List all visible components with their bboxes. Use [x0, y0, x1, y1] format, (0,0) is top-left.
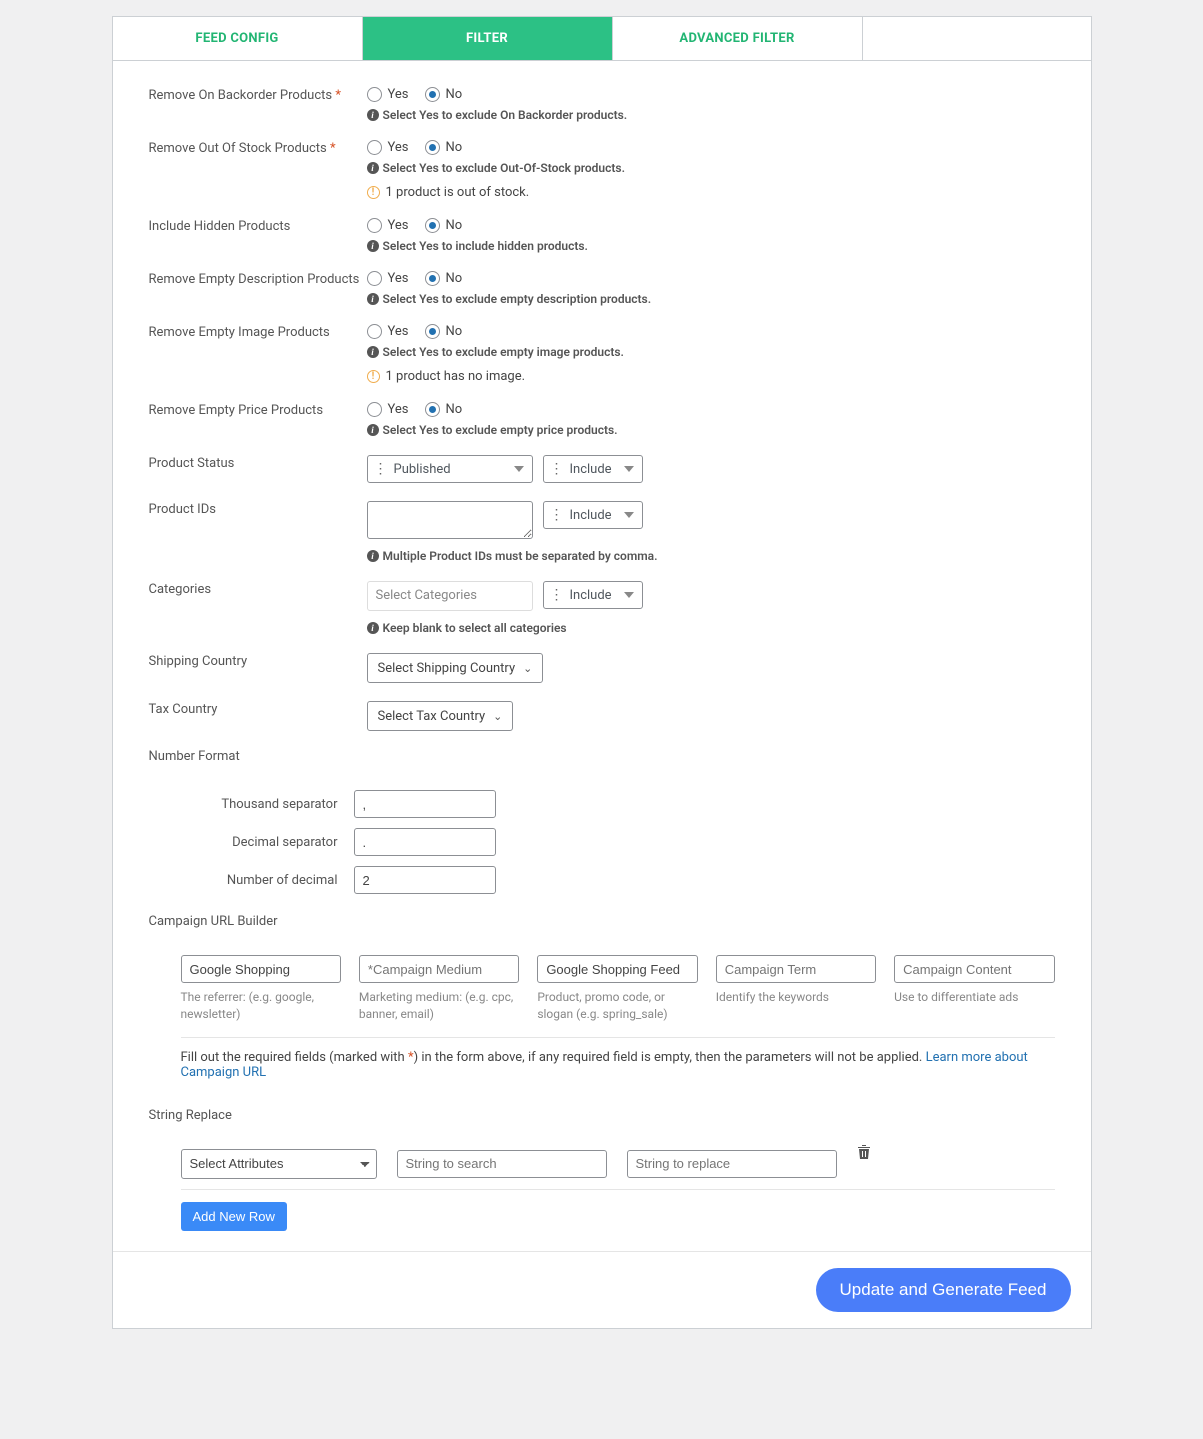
select-categories[interactable]: Select Categories	[367, 581, 533, 611]
hint-ids: Multiple Product IDs must be separated b…	[383, 549, 658, 563]
input-decimal-sep[interactable]	[354, 828, 496, 856]
input-utm-source[interactable]	[181, 955, 341, 983]
hint-img: Select Yes to exclude empty image produc…	[383, 345, 624, 359]
label-num-decimal: Number of decimal	[149, 873, 354, 888]
label-img: Remove Empty Image Products	[149, 324, 367, 384]
info-icon: i	[367, 424, 379, 436]
radio-hidden-yes[interactable]	[367, 218, 382, 233]
warning-icon: !	[367, 370, 380, 383]
input-utm-content[interactable]	[894, 955, 1054, 983]
radio-price-no[interactable]	[425, 402, 440, 417]
info-icon: i	[367, 346, 379, 358]
radio-hidden-no[interactable]	[425, 218, 440, 233]
info-icon: i	[367, 162, 379, 174]
info-icon: i	[367, 622, 379, 634]
input-utm-term[interactable]	[716, 955, 876, 983]
radio-backorder-yes[interactable]	[367, 87, 382, 102]
label-price: Remove Empty Price Products	[149, 402, 367, 437]
radio-img-yes[interactable]	[367, 324, 382, 339]
input-num-decimal[interactable]	[354, 866, 496, 894]
radio-oos-no[interactable]	[425, 140, 440, 155]
hint-cats: Keep blank to select all categories	[383, 621, 567, 635]
warning-icon: !	[367, 186, 380, 199]
chevron-down-icon	[624, 592, 634, 598]
chevron-down-icon	[624, 512, 634, 518]
chevron-down-icon: ⌄	[493, 710, 502, 723]
radio-oos-yes[interactable]	[367, 140, 382, 155]
trash-icon[interactable]	[857, 1144, 871, 1164]
update-generate-button[interactable]: Update and Generate Feed	[816, 1268, 1071, 1312]
label-ids: Product IDs	[149, 501, 367, 539]
info-icon: i	[367, 109, 379, 121]
select-sr-attributes[interactable]: Select Attributes	[181, 1149, 377, 1179]
select-ids-mode[interactable]: ⋮Include	[543, 501, 643, 529]
utm-note: Fill out the required fields (marked wit…	[149, 1050, 1055, 1080]
label-oos: Remove Out Of Stock Products	[149, 141, 327, 156]
sub-utm-name: Product, promo code, or slogan (e.g. spr…	[537, 989, 697, 1023]
hint-desc: Select Yes to exclude empty description …	[383, 292, 652, 306]
input-utm-name[interactable]	[537, 955, 697, 983]
sub-utm-term: Identify the keywords	[716, 989, 876, 1006]
select-status[interactable]: ⋮Published	[367, 455, 533, 483]
input-sr-replace[interactable]	[627, 1150, 837, 1178]
radio-desc-yes[interactable]	[367, 271, 382, 286]
label-ship: Shipping Country	[149, 653, 367, 683]
radio-label-yes[interactable]: Yes	[388, 87, 409, 102]
select-cats-mode[interactable]: ⋮Include	[543, 581, 643, 609]
tabs: FEED CONFIG FILTER ADVANCED FILTER	[113, 17, 1091, 61]
label-hidden: Include Hidden Products	[149, 218, 367, 253]
label-status: Product Status	[149, 455, 367, 483]
label-backorder: Remove On Backorder Products	[149, 88, 333, 103]
sub-utm-medium: Marketing medium: (e.g. cpc, banner, ema…	[359, 989, 519, 1023]
hint-backorder: Select Yes to exclude On Backorder produ…	[383, 108, 628, 122]
info-icon: i	[367, 293, 379, 305]
label-thousand-sep: Thousand separator	[149, 797, 354, 812]
input-sr-search[interactable]	[397, 1150, 607, 1178]
tab-feed-config[interactable]: FEED CONFIG	[113, 17, 363, 60]
radio-label-no[interactable]: No	[446, 87, 463, 102]
info-icon: i	[367, 240, 379, 252]
label-tax: Tax Country	[149, 701, 367, 731]
select-tax-country[interactable]: Select Tax Country⌄	[367, 701, 514, 731]
label-desc: Remove Empty Description Products	[149, 271, 367, 306]
input-utm-medium[interactable]	[359, 955, 519, 983]
radio-img-no[interactable]	[425, 324, 440, 339]
hint-oos: Select Yes to exclude Out-Of-Stock produ…	[383, 161, 626, 175]
warn-img: 1 product has no image.	[386, 369, 526, 384]
radio-backorder-no[interactable]	[425, 87, 440, 102]
sub-utm-content: Use to differentiate ads	[894, 989, 1054, 1006]
label-utm: Campaign URL Builder	[149, 914, 1055, 929]
info-icon: i	[367, 550, 379, 562]
warn-oos: 1 product is out of stock.	[386, 185, 530, 200]
label-string-replace: String Replace	[149, 1108, 1055, 1123]
chevron-down-icon	[514, 466, 524, 472]
tab-advanced-filter[interactable]: ADVANCED FILTER	[613, 17, 863, 60]
chevron-down-icon	[624, 466, 634, 472]
select-status-mode[interactable]: ⋮Include	[543, 455, 643, 483]
radio-desc-no[interactable]	[425, 271, 440, 286]
label-cats: Categories	[149, 581, 367, 611]
input-thousand-sep[interactable]	[354, 790, 496, 818]
textarea-ids[interactable]	[367, 501, 533, 539]
add-row-button[interactable]: Add New Row	[181, 1202, 287, 1231]
radio-price-yes[interactable]	[367, 402, 382, 417]
tab-filter[interactable]: FILTER	[363, 17, 613, 60]
sub-utm-source: The referrer: (e.g. google, newsletter)	[181, 989, 341, 1023]
hint-hidden: Select Yes to include hidden products.	[383, 239, 588, 253]
chevron-down-icon: ⌄	[523, 662, 532, 675]
label-number-format: Number Format	[149, 749, 1055, 764]
label-decimal-sep: Decimal separator	[149, 835, 354, 850]
select-shipping-country[interactable]: Select Shipping Country⌄	[367, 653, 544, 683]
hint-price: Select Yes to exclude empty price produc…	[383, 423, 618, 437]
